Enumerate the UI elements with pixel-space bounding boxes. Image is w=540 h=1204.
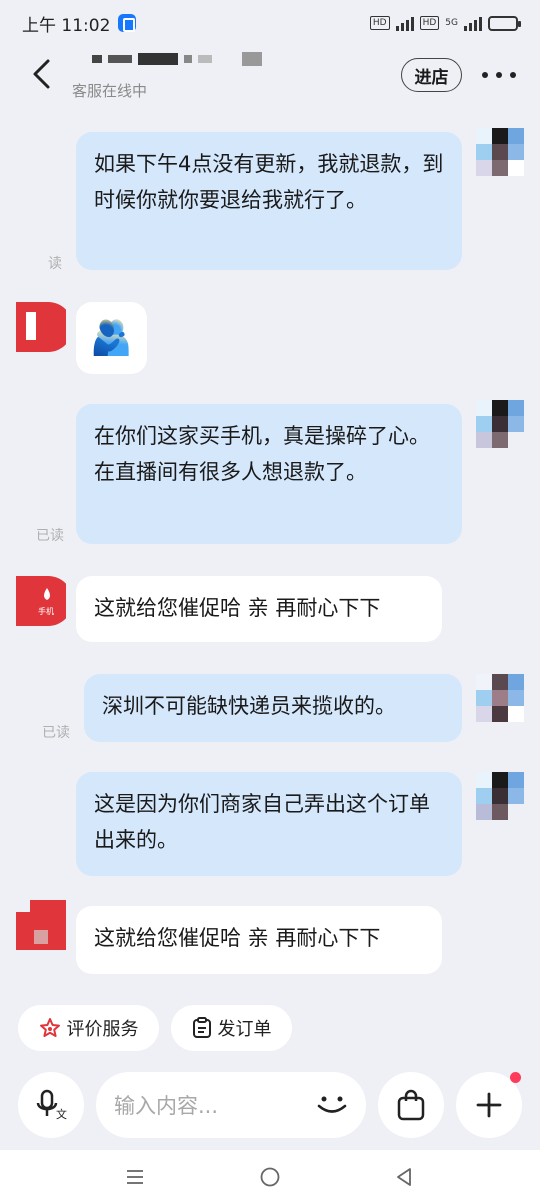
- svg-text:文: 文: [56, 1107, 67, 1121]
- app-notification-icon: [118, 14, 137, 32]
- shop-avatar-caption: 手机: [38, 607, 54, 616]
- status-bar: 上午 11:02 HD HD 5G: [0, 0, 540, 46]
- user-avatar[interactable]: [476, 674, 524, 722]
- incoming-emoji-message[interactable]: 🫂: [76, 302, 147, 374]
- user-avatar[interactable]: [476, 128, 524, 176]
- read-receipt: 读: [48, 256, 62, 272]
- recent-apps-button[interactable]: [122, 1164, 148, 1190]
- shopping-bag-button[interactable]: [378, 1072, 444, 1138]
- outgoing-message[interactable]: 如果下午4点没有更新，我就退款，到时候你就你要退给我就行了。: [76, 132, 462, 270]
- hd-icon: HD: [369, 16, 390, 30]
- chat-header: 客服在线中 进店: [0, 46, 540, 106]
- home-button[interactable]: [257, 1164, 283, 1190]
- shopping-bag-icon: [397, 1089, 425, 1121]
- back-nav-button[interactable]: [391, 1164, 417, 1190]
- star-badge-icon: [39, 1018, 60, 1037]
- hug-emoji-icon: 🫂: [90, 318, 133, 358]
- user-avatar[interactable]: [476, 400, 524, 448]
- network-type: 5G: [445, 18, 458, 28]
- status-time: 上午 11:02: [22, 15, 111, 36]
- read-receipt: 已读: [42, 725, 70, 741]
- service-status: 客服在线中: [72, 82, 148, 100]
- enter-store-button[interactable]: 进店: [401, 58, 462, 92]
- shop-avatar[interactable]: [16, 302, 73, 352]
- shop-avatar[interactable]: [16, 900, 66, 950]
- microphone-icon: 文: [36, 1089, 67, 1121]
- outgoing-message[interactable]: 这是因为你们商家自己弄出这个订单出来的。: [76, 772, 462, 876]
- outgoing-message[interactable]: 深圳不可能缺快递员来揽收的。: [84, 674, 462, 742]
- plus-icon: [476, 1092, 502, 1118]
- input-bar: 文 输入内容...: [0, 1066, 540, 1148]
- system-nav-bar: [0, 1150, 540, 1204]
- incoming-message[interactable]: 这就给您催促哈 亲 再耐心下下: [76, 906, 442, 974]
- order-clipboard-icon: [192, 1017, 211, 1038]
- voice-input-button[interactable]: 文: [18, 1072, 84, 1138]
- signal-icon: [395, 15, 414, 31]
- chevron-left-icon: [33, 59, 50, 89]
- battery-icon: [488, 15, 521, 31]
- triangle-back-icon: [397, 1168, 411, 1186]
- menu-icon: [127, 1170, 143, 1184]
- notification-dot: [510, 1072, 521, 1083]
- more-options-button[interactable]: [482, 62, 516, 88]
- send-order-button[interactable]: 发订单: [171, 1005, 292, 1051]
- home-circle-icon: [260, 1167, 280, 1187]
- emoji-face-icon[interactable]: [316, 1095, 348, 1115]
- incoming-message[interactable]: 这就给您催促哈 亲 再耐心下下: [76, 576, 442, 642]
- read-receipt: 已读: [36, 528, 64, 544]
- signal-5g-icon: [464, 15, 482, 31]
- shop-avatar[interactable]: 手机: [16, 576, 73, 626]
- shop-name-redacted: [92, 48, 262, 70]
- hd-volte-icon: HD: [419, 16, 440, 30]
- message-input[interactable]: 输入内容...: [96, 1072, 366, 1138]
- rate-service-button[interactable]: 评价服务: [18, 1005, 159, 1051]
- back-button[interactable]: [28, 56, 56, 92]
- user-avatar[interactable]: [476, 772, 524, 820]
- outgoing-message[interactable]: 在你们这家买手机，真是操碎了心。在直播间有很多人想退款了。: [76, 404, 462, 544]
